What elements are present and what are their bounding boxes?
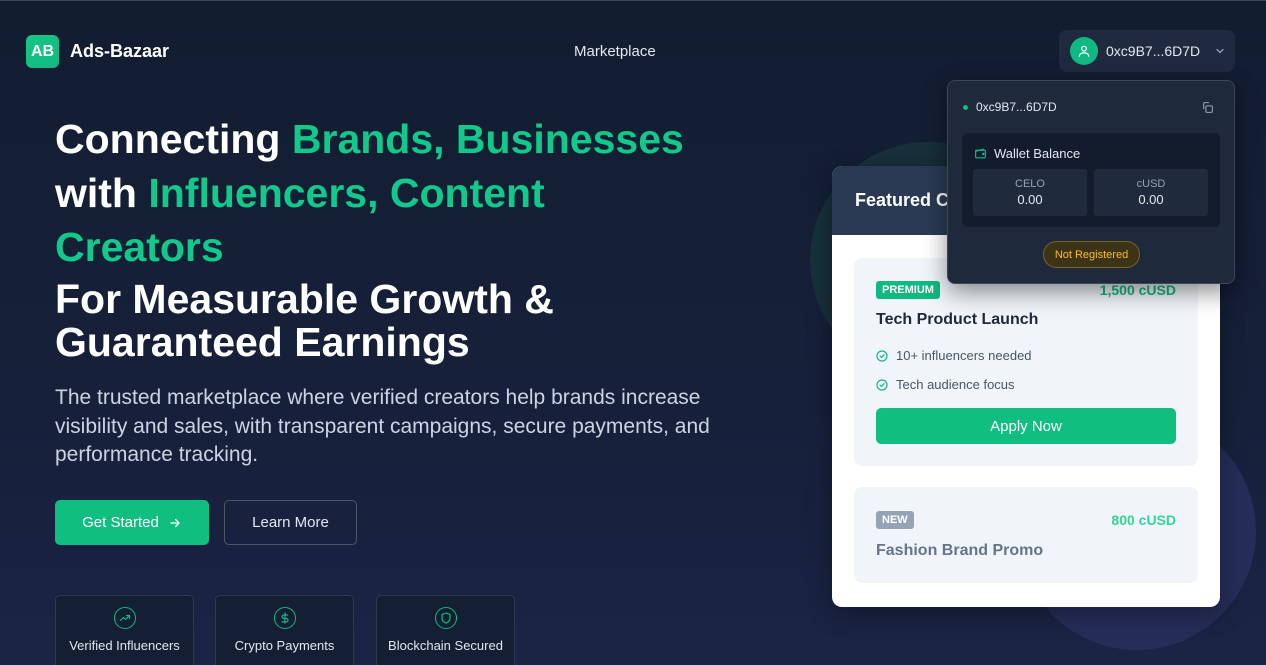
feature-blockchain-secured: Blockchain Secured — [376, 595, 515, 665]
hero-line2-white: with — [55, 170, 149, 216]
requirement-text: Tech audience focus — [896, 377, 1015, 392]
token-celo: CELO 0.00 — [973, 169, 1087, 216]
logo[interactable]: AB Ads-Bazaar — [26, 35, 169, 68]
hero-description: The trusted marketplace where verified c… — [55, 386, 710, 466]
campaign-price: 800 cUSD — [1111, 512, 1176, 528]
learn-more-button[interactable]: Learn More — [224, 500, 357, 545]
nav-marketplace-link[interactable]: Marketplace — [574, 43, 656, 60]
feature-crypto-payments: Crypto Payments — [215, 595, 354, 665]
trending-up-icon — [113, 607, 136, 629]
check-circle-icon — [876, 378, 888, 391]
token-value: 0.00 — [1017, 192, 1043, 207]
brand-name: Ads-Bazaar — [70, 41, 170, 61]
campaign-title: Fashion Brand Promo — [876, 542, 1044, 559]
top-border — [0, 0, 1266, 1]
connected-status-dot — [963, 104, 968, 110]
premium-badge: PREMIUM — [876, 281, 940, 299]
hero-subheading-line2: Guaranteed Earnings — [55, 319, 470, 365]
feature-verified-influencers: Verified Influencers — [55, 595, 194, 665]
check-circle-icon — [876, 349, 888, 362]
dollar-icon — [273, 607, 296, 629]
hero-line3-green: Creators — [55, 224, 224, 270]
wallet-address: 0xc9B7...6D7D — [1106, 43, 1201, 59]
apply-now-button[interactable]: Apply Now — [876, 408, 1176, 444]
shield-icon — [434, 607, 457, 629]
wallet-icon — [974, 147, 987, 160]
dropdown-wallet-address: 0xc9B7...6D7D — [976, 100, 1057, 114]
logo-badge: AB — [26, 35, 59, 68]
hero-line1-green: Brands, Businesses — [291, 116, 684, 162]
hero-line1-white: Connecting — [55, 116, 292, 162]
wallet-dropdown: 0xc9B7...6D7D Wallet Balance CELO 0.00 c… — [947, 80, 1235, 284]
token-name: CELO — [1015, 178, 1045, 190]
campaign-price: 1,500 cUSD — [1099, 282, 1176, 298]
campaign-card[interactable]: PREMIUM 1,500 cUSD Tech Product Launch 1… — [854, 258, 1198, 466]
hero-subheading: For Measurable Growth & Guaranteed Earni… — [55, 278, 554, 364]
campaign-title: Tech Product Launch — [876, 311, 1039, 328]
registration-status-badge[interactable]: Not Registered — [1043, 241, 1140, 268]
wallet-balance-panel: Wallet Balance CELO 0.00 cUSD 0.00 — [962, 133, 1220, 227]
wallet-balance-title: Wallet Balance — [994, 146, 1081, 161]
hero-title: Connecting Brands, Businesses with Influ… — [55, 112, 684, 274]
user-icon — [1070, 37, 1098, 65]
feature-label: Blockchain Secured — [388, 638, 503, 653]
arrow-right-icon — [168, 516, 182, 530]
requirement-item: Tech audience focus — [876, 377, 1015, 392]
feature-label: Verified Influencers — [69, 638, 180, 653]
token-cusd: cUSD 0.00 — [1094, 169, 1208, 216]
wallet-button[interactable]: 0xc9B7...6D7D — [1059, 30, 1235, 72]
wallet-balance-header: Wallet Balance — [974, 146, 1080, 161]
chevron-down-icon — [1214, 45, 1226, 57]
hero-subheading-line1: For Measurable Growth & — [55, 276, 554, 322]
feature-label: Crypto Payments — [234, 638, 335, 653]
new-badge: NEW — [876, 511, 914, 529]
learn-more-label: Learn More — [252, 514, 329, 531]
campaign-card[interactable]: NEW 800 cUSD Fashion Brand Promo — [854, 487, 1198, 583]
token-value: 0.00 — [1138, 192, 1164, 207]
hero-line2-green: Influencers, Content — [148, 170, 545, 216]
requirement-item: 10+ influencers needed — [876, 348, 1032, 363]
get-started-label: Get Started — [82, 514, 159, 531]
token-name: cUSD — [1136, 178, 1166, 190]
dropdown-address-row: 0xc9B7...6D7D — [963, 100, 1057, 114]
get-started-button[interactable]: Get Started — [55, 500, 209, 545]
copy-icon[interactable] — [1201, 101, 1214, 119]
requirement-text: 10+ influencers needed — [896, 348, 1032, 363]
